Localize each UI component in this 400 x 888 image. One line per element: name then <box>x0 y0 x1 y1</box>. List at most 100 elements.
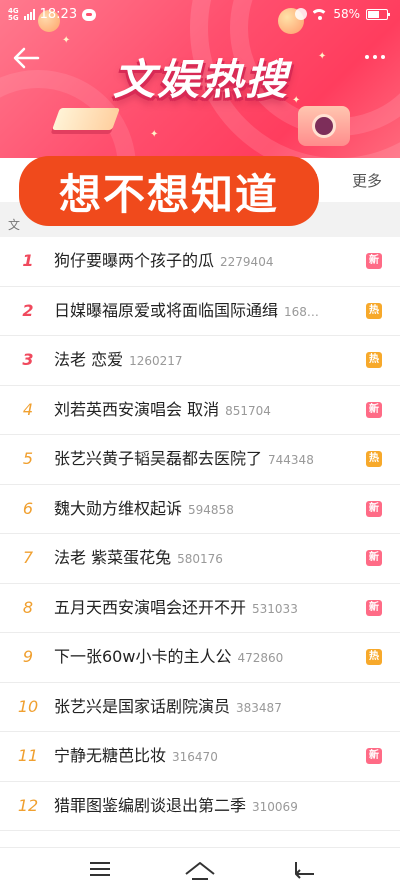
item-heat-count: 316470 <box>172 750 218 764</box>
list-item[interactable]: 12 猎罪图鉴编剧谈退出第二季 310069 <box>0 781 400 831</box>
tab-more[interactable]: 更多 <box>352 170 382 191</box>
more-options-button[interactable] <box>360 42 390 72</box>
item-heat-count: 310069 <box>252 799 298 814</box>
section-label: 文 <box>8 218 21 232</box>
item-heat-count: 1260217 <box>129 354 183 368</box>
menu-lines-icon <box>90 862 110 864</box>
item-title: 五月天西安演唱会还开不开 <box>54 597 247 617</box>
list-item[interactable]: 9 下一张60w小卡的主人公 472860 热 <box>0 633 400 683</box>
rank-number: 10 <box>17 696 39 716</box>
list-item[interactable]: 10 张艺兴是国家话剧院演员 383487 <box>0 682 400 732</box>
notification-icon <box>295 8 308 20</box>
hot-badge: 热 <box>366 302 382 319</box>
item-title: 狗仔要曝两个孩子的瓜 <box>54 251 215 270</box>
item-heat-count: 594858 <box>188 502 234 517</box>
nav-home-button[interactable] <box>170 852 230 884</box>
hot-search-list: 1 狗仔要曝两个孩子的瓜 2279404 新 2 日媒曝福原爱或将面临国际通缉 168… 热 3… <box>0 237 400 871</box>
hot-badge: 热 <box>366 352 382 368</box>
rank-number: 1 <box>22 251 34 270</box>
item-heat-count: 2279404 <box>220 255 274 269</box>
item-heat-count: 531033 <box>252 601 298 616</box>
item-content: 下一张60w小卡的主人公 472860 <box>54 633 358 681</box>
item-content: 猎罪图鉴编剧谈退出第二季 310069 <box>54 782 358 830</box>
signal-icon <box>23 9 35 20</box>
item-heat-count: 472860 <box>237 651 284 665</box>
list-item[interactable]: 7 法老 紫菜蛋花兔 580176 新 <box>0 534 400 584</box>
rank-number: 5 <box>22 449 34 468</box>
list-item[interactable]: 3 法老 恋爱 1260217 热 <box>0 336 400 386</box>
status-time: 18:23 <box>39 7 78 22</box>
network-type: 4G 5G <box>8 6 19 22</box>
item-content: 法老 紫菜蛋花兔 580176 <box>54 534 358 582</box>
camera-illustration <box>298 106 350 146</box>
message-icon <box>82 8 97 21</box>
item-title: 猎罪图鉴编剧谈退出第二季 <box>54 795 247 815</box>
item-title: 张艺兴黄子韬吴磊都去医院了 <box>54 449 263 468</box>
item-content: 刘若英西安演唱会 取消 851704 <box>54 386 358 434</box>
back-arrow-icon <box>13 47 40 69</box>
battery-percent: 58% <box>333 7 360 21</box>
rank-number: 4 <box>22 399 34 419</box>
book-illustration <box>51 108 121 130</box>
item-content: 法老 恋爱 1260217 <box>54 336 358 384</box>
banner-title: 文娱热搜 <box>112 55 289 104</box>
status-bar: 4G 5G 18:23 58% <box>0 0 400 30</box>
return-icon <box>295 862 314 879</box>
item-heat-count: 580176 <box>177 552 223 566</box>
item-title: 下一张60w小卡的主人公 <box>54 647 232 666</box>
item-content: 宁静无糖芭比妆 316470 <box>54 732 358 780</box>
item-title: 法老 紫菜蛋花兔 <box>54 548 172 567</box>
rank-number: 11 <box>17 746 39 765</box>
system-nav-bar <box>0 847 400 888</box>
more-dots-icon <box>365 55 369 59</box>
rank-number: 12 <box>17 795 39 815</box>
item-title: 日媒曝福原爱或将面临国际通缉 <box>54 300 279 320</box>
item-title: 刘若英西安演唱会 取消 <box>54 399 220 419</box>
battery-icon <box>366 8 390 20</box>
hot-badge: 热 <box>366 451 382 467</box>
item-heat-count: 744348 <box>268 453 314 467</box>
rank-number: 9 <box>22 647 34 666</box>
item-content: 五月天西安演唱会还开不开 531033 <box>54 584 358 632</box>
item-heat-count: 383487 <box>236 700 282 715</box>
item-content: 狗仔要曝两个孩子的瓜 2279404 <box>54 237 358 285</box>
list-item[interactable]: 11 宁静无糖芭比妆 316470 新 <box>0 732 400 782</box>
list-item[interactable]: 1 狗仔要曝两个孩子的瓜 2279404 新 <box>0 237 400 287</box>
list-item[interactable]: 8 五月天西安演唱会还开不开 531033 新 <box>0 583 400 633</box>
nav-back-button[interactable] <box>274 852 334 884</box>
list-item[interactable]: 2 日媒曝福原爱或将面临国际通缉 168… 热 <box>0 286 400 336</box>
item-title: 法老 恋爱 <box>54 350 124 369</box>
new-badge: 新 <box>366 550 382 566</box>
new-badge: 新 <box>366 599 382 616</box>
item-heat-count: 851704 <box>225 403 271 418</box>
item-content: 魏大勋方维权起诉 594858 <box>54 485 358 533</box>
rank-number: 2 <box>22 300 34 320</box>
sparkle-icon: ✦ <box>150 129 159 140</box>
item-title: 魏大勋方维权起诉 <box>54 498 183 518</box>
rank-number: 7 <box>22 548 34 567</box>
list-item[interactable]: 5 张艺兴黄子韬吴磊都去医院了 744348 热 <box>0 435 400 485</box>
overlay-caption: 想不想知道 <box>19 156 319 226</box>
item-content: 张艺兴黄子韬吴磊都去医院了 744348 <box>54 435 358 483</box>
item-title: 张艺兴是国家话剧院演员 <box>54 696 231 716</box>
new-badge: 新 <box>366 253 382 269</box>
home-icon <box>185 862 215 880</box>
rank-number: 8 <box>22 597 34 617</box>
new-badge: 新 <box>366 401 382 418</box>
new-badge: 新 <box>366 500 382 517</box>
sparkle-icon: ✦ <box>62 35 71 46</box>
rank-number: 3 <box>22 350 34 369</box>
item-title: 宁静无糖芭比妆 <box>54 746 167 765</box>
new-badge: 新 <box>366 748 382 764</box>
wifi-icon <box>313 8 328 20</box>
item-content: 张艺兴是国家话剧院演员 383487 <box>54 683 358 731</box>
list-item[interactable]: 6 魏大勋方维权起诉 594858 新 <box>0 484 400 534</box>
item-content: 日媒曝福原爱或将面临国际通缉 168… <box>54 287 358 335</box>
list-item[interactable]: 4 刘若英西安演唱会 取消 851704 新 <box>0 385 400 435</box>
sparkle-icon: ✦ <box>318 51 327 62</box>
item-heat-count: 168… <box>284 304 319 319</box>
rank-number: 6 <box>22 498 34 518</box>
hot-badge: 热 <box>366 649 382 665</box>
nav-menu-button[interactable] <box>70 852 130 884</box>
back-button[interactable] <box>8 40 44 76</box>
